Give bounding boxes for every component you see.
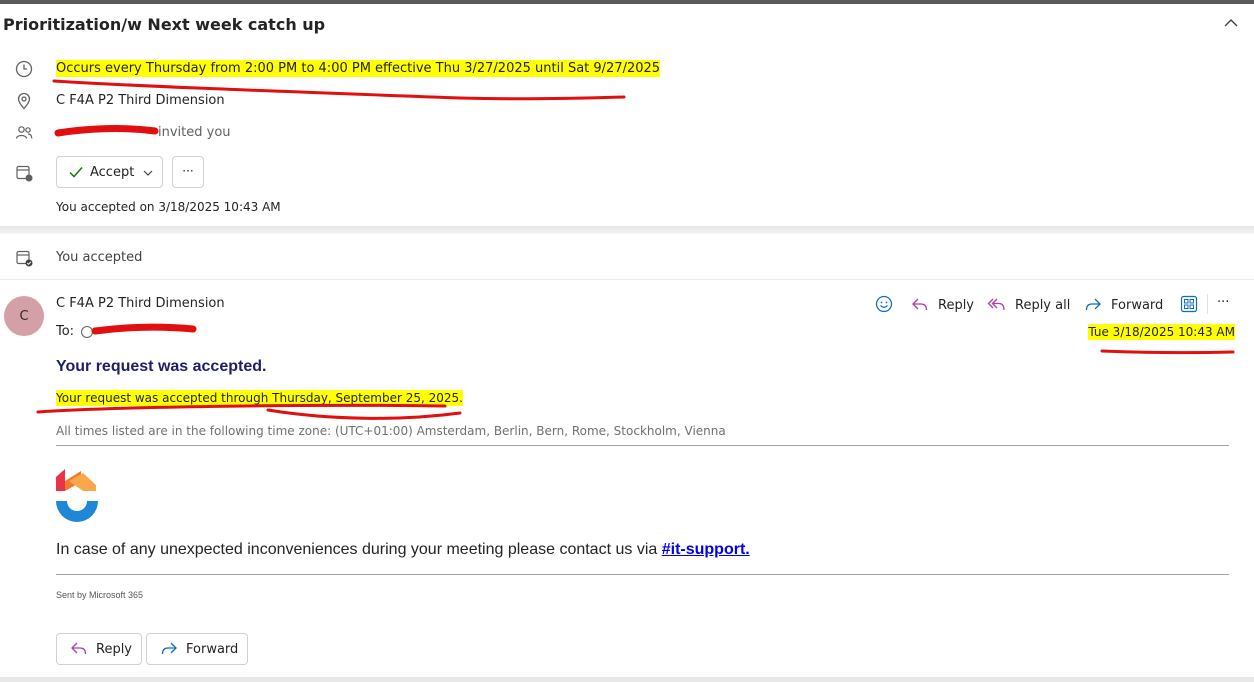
chevron-down-icon [142,166,154,178]
recurrence-text: Occurs every Thursday from 2:00 PM to 4:… [56,60,661,77]
forward-label: Forward [1111,297,1164,313]
divider-line [0,279,1254,280]
people-icon [14,123,34,143]
body-divider-top [56,445,1229,446]
footer-reply-label: Reply [96,641,133,657]
collapse-chevron-icon[interactable] [1221,13,1241,33]
forward-button[interactable]: Forward [1083,295,1163,315]
accept-label: Accept [90,164,135,180]
location-text: C F4A P2 Third Dimension [56,93,225,108]
avatar-initial: C [19,308,29,324]
toolbar-separator [1207,294,1208,314]
accept-button[interactable]: Accept [56,156,163,188]
body-heading: Your request was accepted. [56,358,267,375]
window-top-border [0,0,1254,4]
message-more-button[interactable]: ··· [1217,295,1229,310]
message-date: Tue 3/18/2025 10:43 AM [1088,324,1235,340]
support-text: In case of any unexpected inconveniences… [56,541,750,558]
subject-title: Prioritization/w Next week catch up [3,15,326,34]
reply-icon [910,295,930,315]
it-support-link[interactable]: #it-support. [662,541,750,558]
recipient-presence-icon [81,326,93,338]
calendar-status-icon [14,163,34,183]
to-label: To: [56,324,75,339]
avatar[interactable]: C [4,296,44,336]
footer-forward-icon [159,639,179,659]
reply-all-button[interactable]: Reply all [987,295,1070,315]
invited-text: invited you [158,125,231,140]
calendar-accepted-icon [14,248,34,268]
accepted-through-text: Your request was accepted through Thursd… [56,390,463,406]
accepted-note: You accepted on 3/18/2025 10:43 AM [56,200,281,214]
footer-forward-button[interactable]: Forward [146,633,248,665]
more-options-label: ··· [182,163,194,178]
accepted-status: You accepted [56,250,143,265]
checkmark-icon [67,163,85,181]
body-divider-bottom [56,574,1229,575]
reply-button[interactable]: Reply [910,295,974,315]
reply-all-label: Reply all [1015,297,1071,313]
emoji-reaction-icon[interactable] [874,294,894,314]
forward-icon [1083,295,1103,315]
apps-grid-icon[interactable] [1179,294,1199,314]
location-pin-icon [14,91,34,111]
reply-all-icon [987,295,1007,315]
timezone-text: All times listed are in the following ti… [56,424,726,438]
sender-name[interactable]: C F4A P2 Third Dimension [56,296,225,311]
sent-by-text: Sent by Microsoft 365 [56,590,144,600]
section-divider [0,226,1254,234]
footer-forward-label: Forward [186,641,239,657]
more-options-button[interactable]: ··· [172,156,204,188]
reply-label: Reply [938,297,975,313]
bottom-shadow [0,677,1254,682]
clock-icon [14,59,34,79]
footer-reply-button[interactable]: Reply [56,633,142,665]
footer-reply-icon [69,639,89,659]
company-logo [56,469,98,523]
